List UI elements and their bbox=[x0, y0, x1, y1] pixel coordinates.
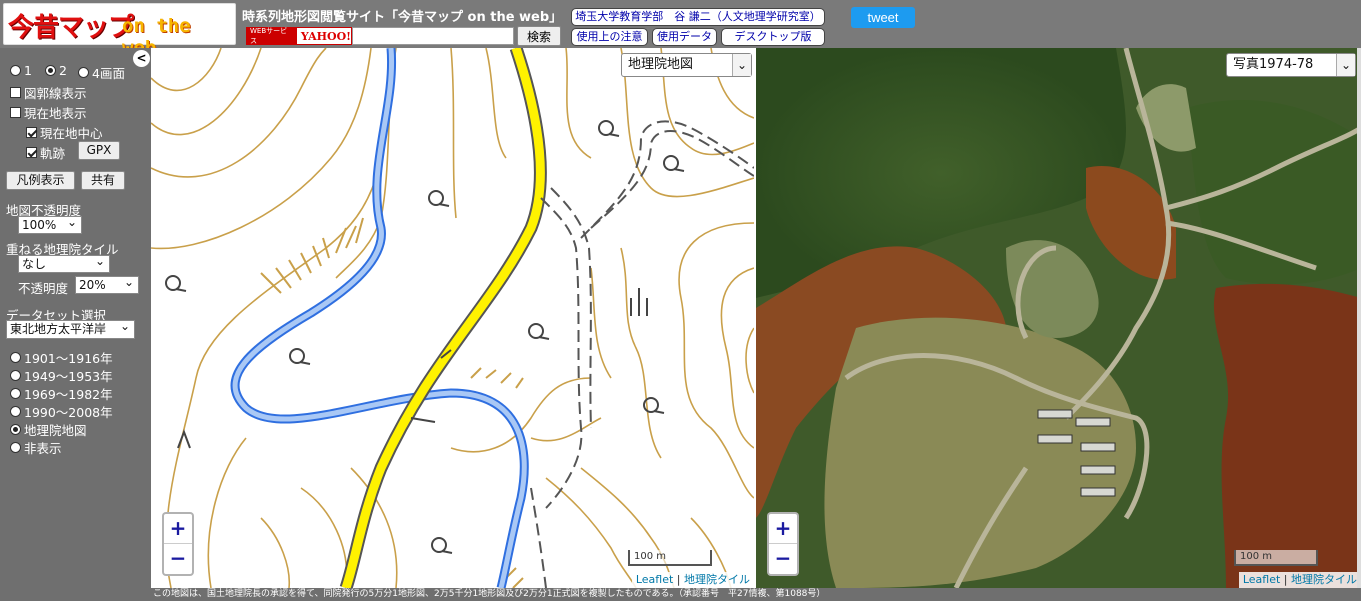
autumn-forest-east bbox=[1213, 283, 1361, 588]
chevron-down-icon: ⌄ bbox=[736, 58, 747, 72]
leaflet-link[interactable]: Leaflet bbox=[1243, 573, 1280, 586]
search-button[interactable]: 検索 bbox=[517, 26, 561, 46]
data-used-link[interactable]: 使用データ bbox=[652, 28, 717, 46]
layout-radio-1[interactable]: 1 bbox=[10, 63, 32, 78]
attrib-separator: | bbox=[676, 573, 681, 586]
yahoo-web-label: WEBサービス bbox=[247, 27, 297, 45]
layout-radio-2[interactable]: 2 bbox=[45, 63, 67, 78]
show-grid-checkbox[interactable]: 図郭線表示 bbox=[10, 83, 87, 102]
left-attribution: Leaflet | 地理院タイル bbox=[631, 572, 754, 588]
control-sidebar: < 1 2 4画面 図郭線表示 現在地表示 現在地中心 軌跡 GPX 凡例表示 … bbox=[0, 48, 151, 601]
checkbox-checked-icon bbox=[26, 127, 37, 138]
site-title: 時系列地形図閲覧サイト「今昔マップ on the web」 bbox=[242, 10, 563, 25]
right-layer-select[interactable]: 写真1974-78 ⌄ bbox=[1226, 53, 1356, 77]
gsi-tile-link[interactable]: 地理院タイル bbox=[1291, 573, 1357, 586]
left-zoom-control: + − bbox=[162, 512, 194, 576]
radio-icon bbox=[10, 406, 21, 417]
right-layer-value: 写真1974-78 bbox=[1233, 57, 1314, 72]
radio-icon bbox=[10, 442, 21, 453]
topographic-map-canvas[interactable] bbox=[151, 48, 754, 588]
left-scale-bar: 100 m bbox=[628, 550, 712, 566]
tweet-button[interactable]: tweet bbox=[851, 7, 915, 28]
radio-selected-icon bbox=[45, 65, 56, 76]
period-label: 1969～1982年 bbox=[24, 387, 113, 402]
layout-label-2: 2 bbox=[59, 63, 67, 78]
radio-icon bbox=[10, 65, 21, 76]
period-radio-hidden[interactable]: 非表示 bbox=[10, 438, 62, 457]
radio-icon bbox=[10, 388, 21, 399]
header-bar: 今昔マップ on the web 時系列地形図閲覧サイト「今昔マップ on th… bbox=[0, 0, 1361, 59]
leaflet-link[interactable]: Leaflet bbox=[636, 573, 673, 586]
right-zoom-out-button[interactable]: − bbox=[769, 544, 797, 574]
show-grid-label: 図郭線表示 bbox=[24, 86, 87, 101]
dataset-select[interactable]: 東北地方太平洋岸 bbox=[6, 318, 135, 339]
highway-outline bbox=[339, 48, 547, 588]
checkbox-checked-icon bbox=[26, 147, 37, 158]
right-zoom-in-button[interactable]: + bbox=[769, 514, 797, 544]
period-radio-gsi[interactable]: 地理院地図 bbox=[10, 420, 87, 439]
period-radio-1969[interactable]: 1969～1982年 bbox=[10, 384, 113, 403]
period-label: 1901～1916年 bbox=[24, 351, 113, 366]
dashed-trails bbox=[530, 120, 754, 588]
yahoo-web-service-badge[interactable]: WEBサービス YAHOO! bbox=[246, 27, 352, 45]
logo-main-text: 今昔マップ bbox=[8, 13, 134, 43]
place-search-input[interactable] bbox=[352, 27, 514, 45]
left-layer-value: 地理院地図 bbox=[628, 57, 694, 72]
left-zoom-in-button[interactable]: + bbox=[164, 514, 192, 544]
left-map-pane[interactable]: 地理院地図 ⌄ + − 100 m Leaflet | 地理院タイル bbox=[151, 48, 754, 588]
overlay-opacity-label: 不透明度 bbox=[18, 281, 69, 296]
author-lab-link[interactable]: 埼玉大学教育学部 谷 謙二（人文地理学研究室） bbox=[571, 8, 825, 26]
overlay-opacity-select[interactable]: 20% bbox=[75, 274, 139, 294]
highway-road bbox=[341, 48, 545, 588]
checkbox-icon bbox=[10, 87, 21, 98]
left-layer-select[interactable]: 地理院地図 ⌄ bbox=[621, 53, 752, 77]
map-opacity-select[interactable]: 100% bbox=[18, 214, 82, 234]
legend-button[interactable]: 凡例表示 bbox=[6, 171, 75, 190]
period-radio-1949[interactable]: 1949～1953年 bbox=[10, 366, 113, 385]
center-location-label: 現在地中心 bbox=[40, 126, 103, 141]
show-location-checkbox[interactable]: 現在地表示 bbox=[10, 103, 87, 122]
page-scrollbar[interactable] bbox=[1357, 48, 1361, 588]
contour-lines bbox=[151, 48, 754, 588]
radio-selected-icon bbox=[10, 424, 21, 435]
right-scale-bar: 100 m bbox=[1234, 550, 1318, 566]
site-logo[interactable]: 今昔マップ on the web bbox=[3, 3, 236, 59]
map-symbols bbox=[177, 288, 648, 449]
gpx-button[interactable]: GPX bbox=[78, 141, 120, 160]
center-location-checkbox[interactable]: 現在地中心 bbox=[26, 123, 103, 142]
right-zoom-control: + − bbox=[767, 512, 799, 576]
aerial-photo-canvas[interactable] bbox=[756, 48, 1361, 588]
copyright-notice: この地図は、国土地理院長の承認を得て、同院発行の5万分1地形図、2万5千分1地形… bbox=[151, 588, 1361, 601]
gsi-tile-link[interactable]: 地理院タイル bbox=[684, 573, 750, 586]
right-map-pane[interactable]: 写真1974-78 ⌄ + − 100 m Leaflet | 地理院タイル bbox=[756, 48, 1361, 588]
period-label: 地理院地図 bbox=[24, 423, 87, 438]
layout-radio-4[interactable]: 4画面 bbox=[78, 63, 125, 82]
track-label: 軌跡 bbox=[40, 146, 66, 161]
chevron-down-icon: ⌄ bbox=[1340, 58, 1351, 72]
period-label: 非表示 bbox=[24, 441, 62, 456]
radio-icon bbox=[10, 352, 21, 363]
share-button[interactable]: 共有 bbox=[81, 171, 125, 190]
period-label: 1990～2008年 bbox=[24, 405, 113, 420]
right-attribution: Leaflet | 地理院タイル bbox=[1238, 572, 1361, 588]
attrib-separator: | bbox=[1283, 573, 1288, 586]
period-radio-1990[interactable]: 1990～2008年 bbox=[10, 402, 113, 421]
radio-icon bbox=[10, 370, 21, 381]
track-checkbox[interactable]: 軌跡 bbox=[26, 143, 65, 162]
desktop-version-link[interactable]: デスクトップ版 bbox=[721, 28, 825, 46]
yahoo-name: YAHOO! bbox=[300, 29, 351, 43]
checkbox-icon bbox=[10, 107, 21, 118]
period-radio-1901[interactable]: 1901～1916年 bbox=[10, 348, 113, 367]
radio-icon bbox=[78, 67, 89, 78]
layout-label-4: 4画面 bbox=[92, 66, 125, 81]
show-location-label: 現在地表示 bbox=[24, 106, 87, 121]
overlay-tile-select[interactable]: なし bbox=[18, 253, 110, 273]
collapse-sidebar-icon[interactable]: < bbox=[133, 50, 150, 67]
period-label: 1949～1953年 bbox=[24, 369, 113, 384]
left-zoom-out-button[interactable]: − bbox=[164, 544, 192, 574]
layout-label-1: 1 bbox=[24, 63, 32, 78]
usage-notice-link[interactable]: 使用上の注意 bbox=[571, 28, 648, 46]
